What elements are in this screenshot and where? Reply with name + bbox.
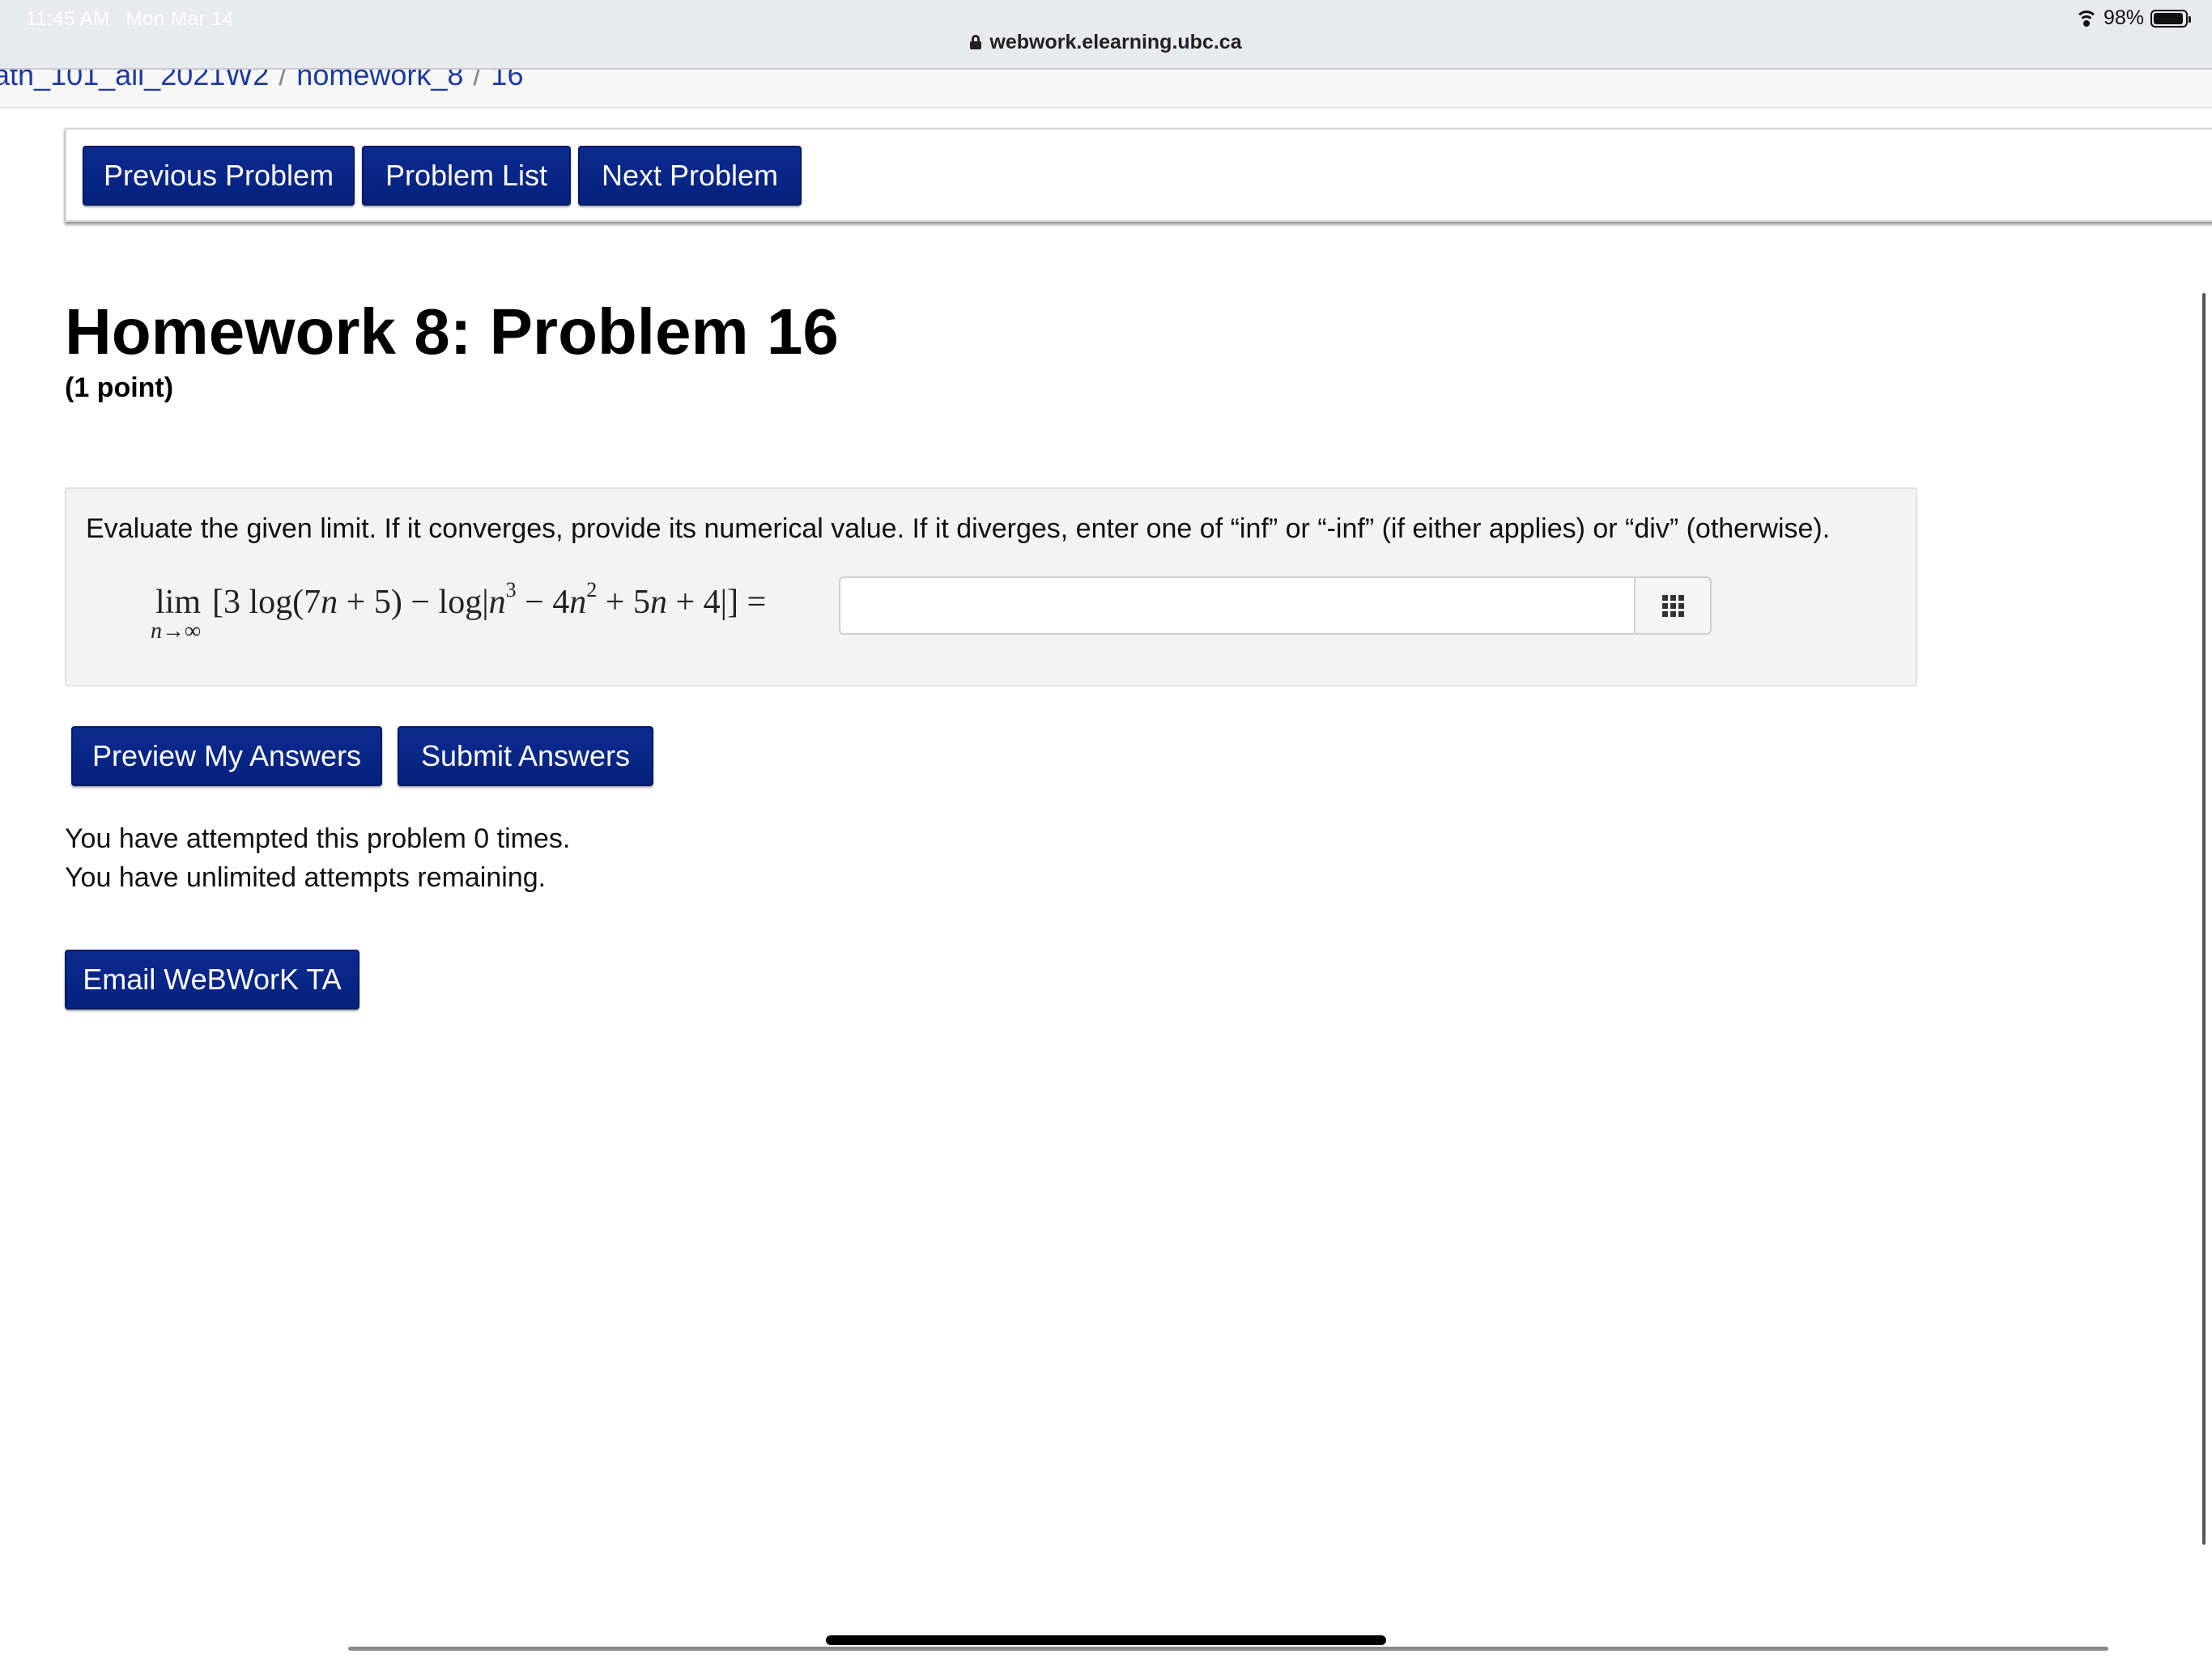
breadcrumb-separator: / [473, 70, 482, 91]
status-time: 11:45 AM Mon Mar 14 [26, 8, 234, 31]
problem-points: (1 point) [65, 372, 174, 403]
problem-list-button[interactable]: Problem List [362, 146, 571, 206]
clock-time: 11:45 AM [26, 8, 110, 30]
breadcrumb-course[interactable]: ath_101_all_2021W2 [0, 70, 269, 91]
submit-answers-button[interactable]: Submit Answers [398, 726, 653, 786]
lock-icon [970, 35, 982, 49]
email-ta-button[interactable]: Email WeBWorK TA [65, 950, 359, 1010]
battery-icon [2150, 9, 2191, 28]
wifi-icon [2075, 10, 2097, 27]
next-problem-button[interactable]: Next Problem [578, 146, 802, 206]
previous-problem-button[interactable]: Previous Problem [83, 146, 355, 206]
problem-nav-panel: Previous Problem Problem List Next Probl… [65, 128, 2212, 222]
vertical-scrollbar[interactable] [2202, 293, 2206, 1545]
limit-expression: lim n→∞ [3 log(7n + 5) − log|n3 − 4n2 + 5n… [151, 578, 767, 644]
breadcrumb-separator: / [279, 70, 287, 91]
breadcrumb-problem: 16 [491, 70, 524, 91]
preview-answers-button[interactable]: Preview My Answers [71, 726, 382, 786]
attempts-remaining: You have unlimited attempts remaining. [65, 862, 547, 893]
breadcrumb-bar: ath_101_all_2021W2 / homework_8 / 16 [0, 70, 2212, 108]
url-text[interactable]: webwork.elearning.ubc.ca [989, 31, 1241, 53]
answer-input[interactable] [839, 576, 1636, 635]
math-keypad-button[interactable] [1634, 576, 1712, 635]
page-title: Homework 8: Problem 16 [65, 295, 839, 368]
problem-body: Evaluate the given limit. If it converge… [65, 487, 1917, 687]
battery-percent: 98% [2103, 6, 2144, 29]
home-indicator[interactable] [826, 1635, 1386, 1645]
grid-icon [1661, 594, 1684, 617]
status-indicators: 98% [2075, 6, 2191, 30]
breadcrumb: ath_101_all_2021W2 / homework_8 / 16 [0, 70, 523, 92]
attempt-count: You have attempted this problem 0 times. [65, 823, 571, 854]
address-bar[interactable]: webwork.elearning.ubc.ca [0, 31, 2212, 54]
status-bar: 11:45 AM Mon Mar 14 webwork.elearning.ubc… [0, 0, 2212, 70]
limit-subscript: n→∞ [151, 619, 201, 644]
horizontal-scrollbar[interactable] [348, 1647, 2108, 1651]
limit-operator: lim n→∞ [151, 584, 202, 644]
clock-date: Mon Mar 14 [125, 8, 234, 30]
problem-instructions: Evaluate the given limit. If it converge… [86, 513, 1831, 544]
attempts-info: You have attempted this problem 0 times.… [65, 819, 570, 897]
breadcrumb-set[interactable]: homework_8 [296, 70, 463, 91]
